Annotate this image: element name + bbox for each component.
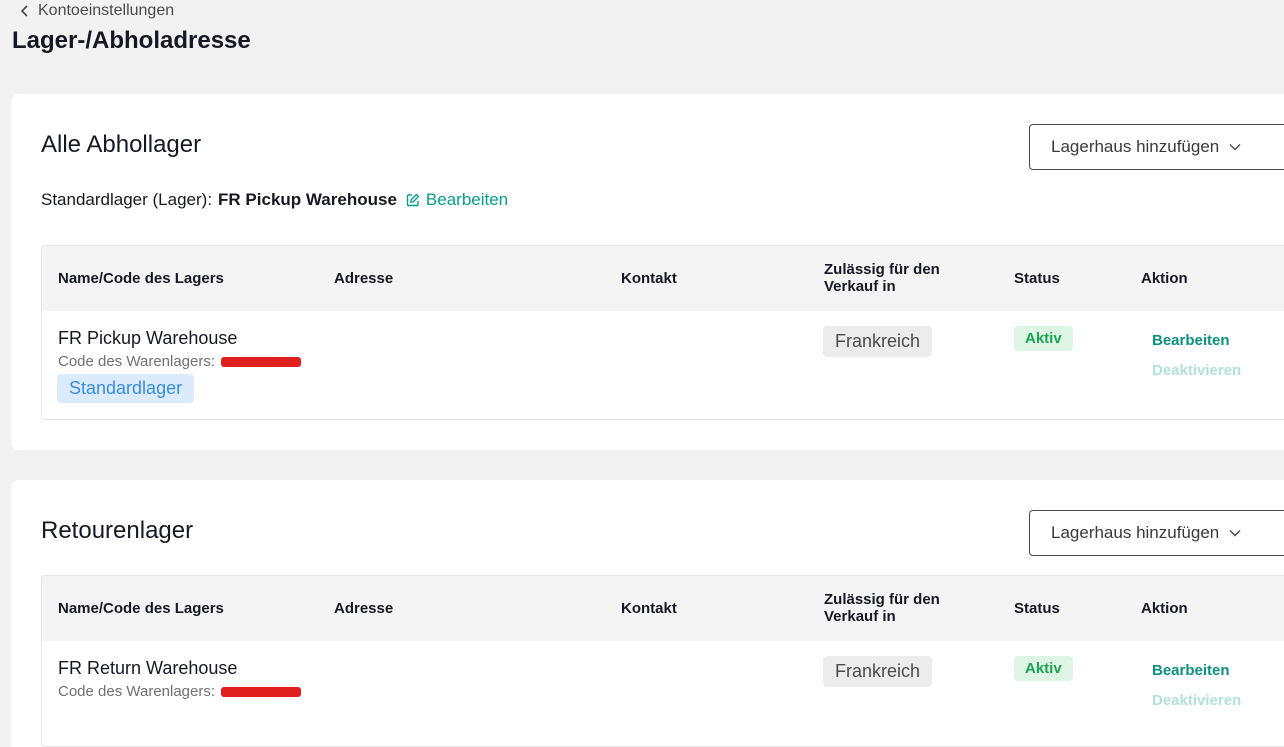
- warehouse-name: FR Return Warehouse: [58, 658, 238, 678]
- page-title: Lager-/Abholadresse: [12, 27, 251, 54]
- edit-default-warehouse-link[interactable]: Bearbeiten: [406, 190, 508, 210]
- column-header-name: Name/Code des Lagers: [58, 270, 224, 287]
- table-header: Name/Code des Lagers Adresse Kontakt Zul…: [42, 246, 1284, 311]
- table-row: FR Pickup Warehouse Code des Warenlagers…: [42, 311, 1284, 419]
- chevron-left-icon: [20, 5, 28, 17]
- default-warehouse-badge: Standardlager: [57, 374, 195, 403]
- warehouse-code: Code des Warenlagers:: [58, 353, 302, 370]
- column-header-status: Status: [1014, 600, 1060, 617]
- edit-link-label: Bearbeiten: [425, 190, 509, 209]
- status-badge: Aktiv: [1014, 656, 1073, 681]
- add-warehouse-button[interactable]: Lagerhaus hinzufügen: [1029, 510, 1284, 556]
- column-header-address: Adresse: [334, 600, 394, 617]
- default-warehouse-name: FR Pickup Warehouse: [218, 190, 397, 209]
- return-warehouses-table: Name/Code des Lagers Adresse Kontakt Zul…: [41, 575, 1284, 747]
- section-title: Alle Abhollager: [41, 131, 202, 158]
- add-warehouse-button[interactable]: Lagerhaus hinzufügen: [1029, 124, 1284, 170]
- table-row: FR Return Warehouse Code des Warenlagers…: [42, 641, 1284, 746]
- pickup-warehouses-table: Name/Code des Lagers Adresse Kontakt Zul…: [41, 245, 1284, 420]
- add-warehouse-label: Lagerhaus hinzufügen: [1051, 137, 1220, 156]
- column-header-address: Adresse: [334, 270, 394, 287]
- column-header-contact: Kontakt: [621, 270, 677, 287]
- column-header-action: Aktion: [1141, 600, 1188, 617]
- edit-button[interactable]: Bearbeiten: [1152, 662, 1230, 679]
- redacted-code: [221, 686, 302, 697]
- column-header-status: Status: [1014, 270, 1060, 287]
- back-link[interactable]: Kontoeinstellungen: [20, 2, 174, 20]
- deactivate-button[interactable]: Deaktivieren: [1152, 692, 1241, 709]
- warehouse-code-label: Code des Warenlagers:: [58, 683, 216, 700]
- column-header-contact: Kontakt: [621, 600, 677, 617]
- warehouse-name: FR Pickup Warehouse: [58, 328, 238, 348]
- section-title: Retourenlager: [41, 517, 194, 544]
- chevron-down-icon: [1229, 144, 1241, 151]
- column-header-sales-countries: Zulässig für den Verkauf in: [824, 591, 940, 625]
- warehouse-code: Code des Warenlagers:: [58, 683, 302, 700]
- status-badge: Aktiv: [1014, 326, 1073, 351]
- deactivate-button[interactable]: Deaktivieren: [1152, 362, 1241, 379]
- add-warehouse-label: Lagerhaus hinzufügen: [1051, 523, 1220, 542]
- return-warehouses-card: Retourenlager Lagerhaus hinzufügen Name/…: [11, 480, 1284, 747]
- warehouse-code-label: Code des Warenlagers:: [58, 353, 216, 370]
- table-header: Name/Code des Lagers Adresse Kontakt Zul…: [42, 576, 1284, 641]
- edit-button[interactable]: Bearbeiten: [1152, 332, 1230, 349]
- pickup-warehouses-card: Alle Abhollager Lagerhaus hinzufügen Sta…: [11, 94, 1284, 450]
- edit-icon: [406, 193, 420, 207]
- chevron-down-icon: [1229, 530, 1241, 537]
- column-header-sales-countries: Zulässig für den Verkauf in: [824, 261, 940, 295]
- country-badge: Frankreich: [823, 656, 933, 687]
- default-warehouse-label: Standardlager (Lager):: [41, 190, 213, 209]
- column-header-action: Aktion: [1141, 270, 1188, 287]
- redacted-code: [221, 356, 302, 367]
- default-warehouse-line: Standardlager (Lager): FR Pickup Warehou…: [41, 190, 508, 210]
- country-badge: Frankreich: [823, 326, 933, 357]
- back-link-label: Kontoeinstellungen: [38, 2, 175, 19]
- column-header-name: Name/Code des Lagers: [58, 600, 224, 617]
